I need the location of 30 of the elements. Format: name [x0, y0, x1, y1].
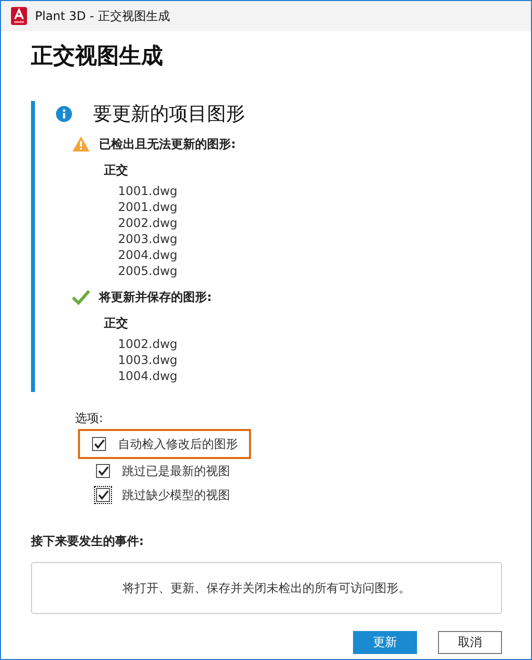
cancel-button[interactable]: 取消: [438, 631, 502, 654]
file-name: 1001.dwg: [118, 183, 178, 199]
warning-icon: [72, 136, 90, 152]
next-events-label: 接下来要发生的事件:: [31, 533, 145, 550]
file-name: 1002.dwg: [118, 336, 178, 352]
checkbox[interactable]: [96, 464, 110, 478]
file-name: 2005.dwg: [118, 263, 178, 279]
checkbox[interactable]: [92, 437, 106, 451]
dialog-heading: 正交视图生成: [31, 42, 164, 71]
checkmark-icon: [72, 289, 90, 305]
file-name: 1003.dwg: [118, 352, 178, 368]
file-name: 2004.dwg: [118, 247, 178, 263]
file-name: 2001.dwg: [118, 199, 178, 215]
option-label: 自动检入修改后的图形: [118, 436, 238, 452]
category-label: 正交: [104, 162, 129, 179]
file-name: 2002.dwg: [118, 215, 178, 231]
section-title: 要更新的项目图形: [93, 102, 245, 127]
update-button[interactable]: 更新: [353, 631, 417, 654]
group-label: 将更新并保存的图形:: [99, 288, 212, 306]
option-label: 跳过缺少模型的视图: [122, 486, 230, 504]
window-title: Plant 3D - 正交视图生成: [35, 8, 170, 24]
file-name: 1004.dwg: [118, 368, 178, 384]
info-icon: [56, 106, 72, 122]
option-label: 跳过已是最新的视图: [122, 462, 230, 480]
options-label: 选项:: [75, 410, 104, 427]
category-label: 正交: [104, 315, 129, 332]
app-icon: [11, 7, 27, 25]
group-label: 已检出且无法更新的图形:: [99, 136, 236, 152]
file-name: 2003.dwg: [118, 231, 178, 247]
message-text: 将打开、更新、保存并关闭未检出的所有可访问图形。: [122, 580, 410, 596]
